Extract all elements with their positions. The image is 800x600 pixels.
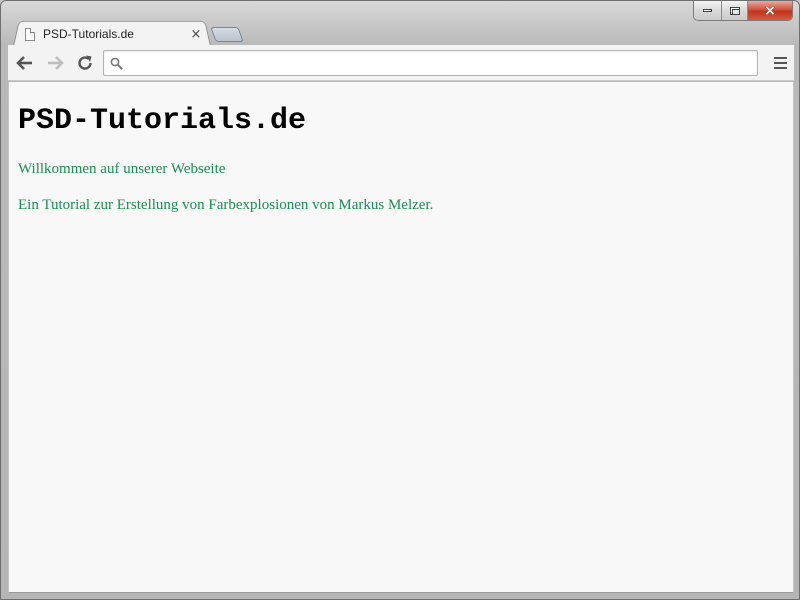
close-icon: × — [764, 2, 776, 19]
address-bar[interactable] — [103, 50, 758, 76]
back-arrow-icon — [16, 55, 32, 70]
browser-window: PSD-Tutorials.de × × PSD-Tutorials.de Wi… — [0, 0, 800, 600]
maximize-icon — [729, 6, 740, 15]
tutorial-paragraph: Ein Tutorial zur Erstellung von Farbexpl… — [18, 197, 434, 213]
new-tab-button[interactable] — [210, 27, 244, 42]
window-controls: × — [693, 1, 793, 21]
reload-button[interactable] — [72, 50, 98, 76]
maximize-button[interactable] — [721, 1, 747, 20]
address-input[interactable] — [129, 52, 757, 74]
tab-close-icon[interactable]: × — [189, 27, 203, 42]
tab-content[interactable]: PSD-Tutorials.de × — [25, 23, 203, 45]
minimize-button[interactable] — [694, 1, 721, 20]
search-icon — [110, 57, 123, 70]
back-button[interactable] — [12, 50, 38, 76]
hamburger-menu-icon — [773, 57, 787, 59]
forward-arrow-icon — [48, 55, 64, 70]
menu-button[interactable] — [772, 54, 788, 72]
forward-button[interactable] — [42, 50, 68, 76]
welcome-paragraph: Willkommen auf unserer Webseite — [18, 161, 226, 177]
toolbar — [8, 45, 794, 81]
minimize-icon — [703, 9, 712, 12]
close-button[interactable]: × — [747, 1, 792, 20]
page-viewport: PSD-Tutorials.de Willkommen auf unserer … — [8, 82, 794, 593]
tab-title: PSD-Tutorials.de — [43, 27, 134, 41]
page-icon — [25, 27, 35, 41]
tab-strip: PSD-Tutorials.de × — [1, 1, 799, 46]
page-heading: PSD-Tutorials.de — [18, 104, 307, 138]
reload-icon — [78, 55, 92, 70]
